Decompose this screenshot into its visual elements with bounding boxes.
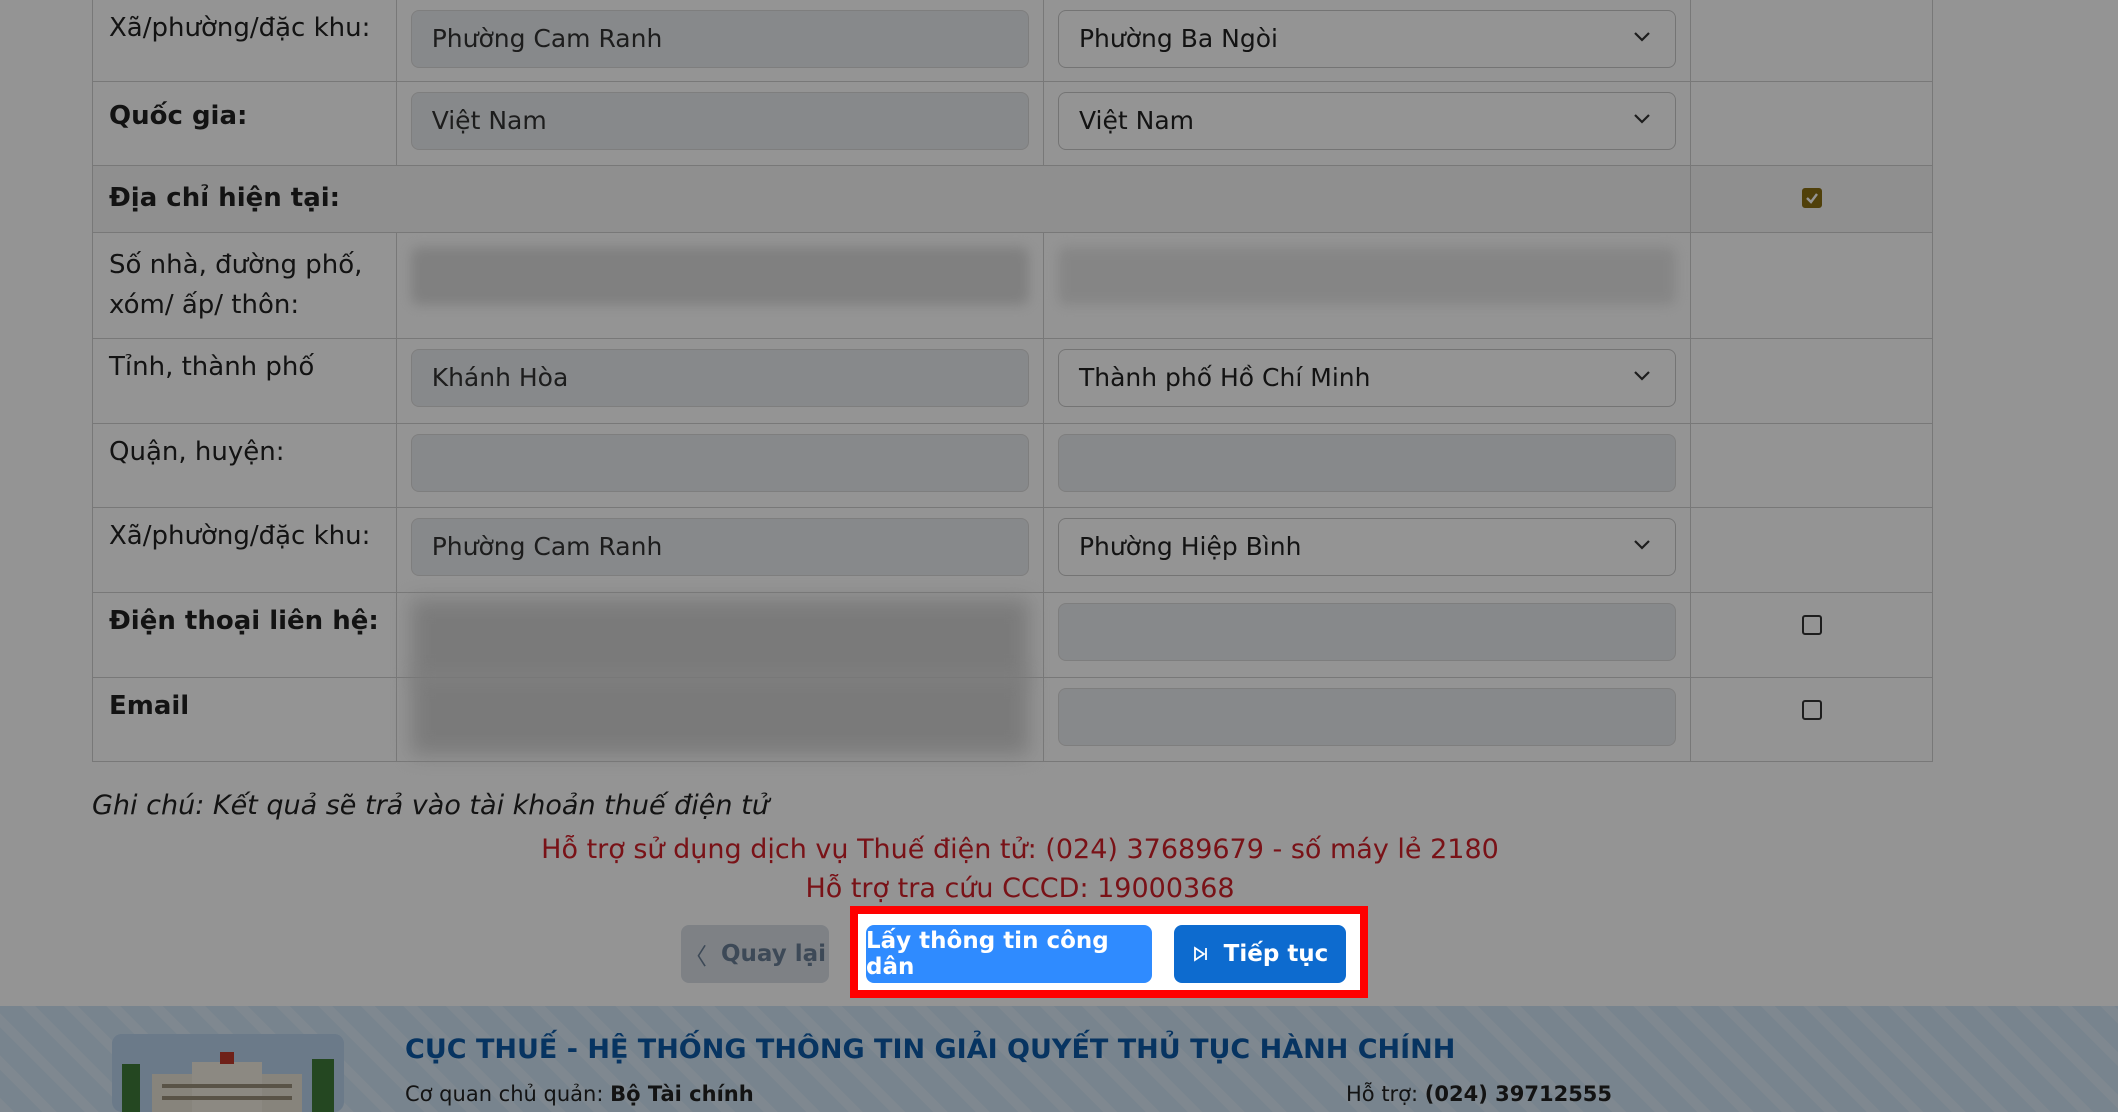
chevron-left-icon: 〈 bbox=[683, 944, 707, 970]
new-country-select[interactable]: Việt Nam bbox=[1057, 92, 1677, 150]
table-row: Địa chỉ hiện tại: bbox=[93, 165, 1932, 232]
old-value-cell: Phường Cam Ranh bbox=[395, 508, 1043, 592]
table-row: Quận, huyện: bbox=[93, 423, 1932, 507]
building-logo bbox=[112, 1034, 344, 1112]
footer-owner: Cơ quan chủ quản: Bộ Tài chính bbox=[405, 1082, 754, 1106]
chevron-down-icon bbox=[1634, 540, 1651, 550]
new-value-cell: Phường Ba Ngòi bbox=[1042, 0, 1690, 81]
new-value-cell bbox=[1042, 678, 1690, 761]
new-phone-input[interactable] bbox=[1057, 603, 1677, 661]
result-note: Ghi chú: Kết quả sẽ trả vào tài khoản th… bbox=[92, 790, 769, 821]
checkbox-cell bbox=[1690, 166, 1932, 232]
row-label: Số nhà, đường phố, xóm/ ấp/ thôn: bbox=[109, 250, 363, 320]
table-row: Số nhà, đường phố, xóm/ ấp/ thôn: bbox=[93, 232, 1932, 338]
new-email-input[interactable] bbox=[1057, 688, 1677, 746]
row-label: Email bbox=[109, 691, 190, 721]
fetch-citizen-info-button[interactable]: Lấy thông tin công dân bbox=[866, 925, 1152, 983]
address-form-table: Xã/phường/đặc khu: Phường Cam Ranh Phườn… bbox=[92, 0, 1933, 762]
cccd-support-text: Hỗ trợ tra cứu CCCD: 19000368 bbox=[805, 873, 1235, 904]
new-province-select[interactable]: Thành phố Hồ Chí Minh bbox=[1057, 349, 1677, 407]
row-label: Tỉnh, thành phố bbox=[109, 352, 315, 382]
checkbox-cell bbox=[1690, 424, 1932, 507]
back-button[interactable]: 〈 Quay lại bbox=[681, 925, 829, 983]
new-value-cell bbox=[1042, 593, 1690, 677]
page: Xã/phường/đặc khu: Phường Cam Ranh Phườn… bbox=[0, 0, 2118, 1112]
new-street-input[interactable] bbox=[1057, 247, 1677, 305]
old-district-field bbox=[410, 434, 1029, 492]
row-label: Quốc gia: bbox=[109, 101, 248, 131]
table-row: Email bbox=[93, 674, 1932, 761]
phone-checkbox[interactable] bbox=[1801, 615, 1822, 635]
current-address-checkbox[interactable] bbox=[1801, 188, 1822, 208]
footer-title: CỤC THUẾ - HỆ THỐNG THÔNG TIN GIẢI QUYẾT… bbox=[405, 1034, 1456, 1065]
checkbox-cell bbox=[1690, 508, 1932, 592]
table-row: Tỉnh, thành phố Khánh Hòa Thành phố Hồ C… bbox=[93, 338, 1932, 423]
checkbox-cell bbox=[1690, 82, 1932, 165]
table-row: Quốc gia: Việt Nam Việt Nam bbox=[93, 81, 1932, 165]
select-value: Việt Nam bbox=[1078, 106, 1194, 135]
old-value-cell bbox=[395, 593, 1043, 681]
new-ward-select[interactable]: Phường Ba Ngòi bbox=[1057, 10, 1677, 68]
new-value-cell: Phường Hiệp Bình bbox=[1042, 508, 1690, 592]
row-label: Xã/phường/đặc khu: bbox=[109, 13, 371, 43]
checkbox-cell bbox=[1690, 593, 1932, 677]
support-label: Hỗ trợ: bbox=[1346, 1082, 1419, 1106]
old-value-cell bbox=[395, 424, 1043, 507]
section-label: Địa chỉ hiện tại: bbox=[109, 183, 341, 213]
select-value: Phường Ba Ngòi bbox=[1078, 24, 1278, 53]
new-value-cell: Việt Nam bbox=[1042, 82, 1690, 165]
new-district-field bbox=[1057, 434, 1677, 492]
chevron-down-icon bbox=[1634, 114, 1651, 124]
redacted-email bbox=[410, 674, 1029, 755]
checkbox-cell bbox=[1690, 678, 1932, 761]
checkbox-cell bbox=[1690, 339, 1932, 423]
old-province-field: Khánh Hòa bbox=[410, 349, 1029, 407]
redacted-phone bbox=[410, 599, 1029, 681]
chevron-down-icon bbox=[1634, 32, 1651, 42]
checkbox-cell bbox=[1690, 0, 1932, 81]
row-label: Điện thoại liên hệ: bbox=[109, 606, 379, 636]
owner-value: Bộ Tài chính bbox=[610, 1082, 754, 1106]
table-row: Xã/phường/đặc khu: Phường Cam Ranh Phườn… bbox=[93, 0, 1932, 81]
back-label: Quay lại bbox=[720, 941, 827, 967]
select-value: Phường Hiệp Bình bbox=[1078, 532, 1302, 561]
table-row: Xã/phường/đặc khu: Phường Cam Ranh Phườn… bbox=[93, 507, 1932, 592]
new-value-cell: Thành phố Hồ Chí Minh bbox=[1042, 339, 1690, 423]
row-label: Quận, huyện: bbox=[109, 437, 285, 467]
old-value-cell: Khánh Hòa bbox=[395, 339, 1043, 423]
select-value: Thành phố Hồ Chí Minh bbox=[1078, 363, 1371, 392]
old-country-field: Việt Nam bbox=[410, 92, 1029, 150]
old-value-cell bbox=[395, 674, 1043, 761]
old-value-cell bbox=[395, 233, 1043, 338]
next-label: Tiếp tục bbox=[1223, 941, 1329, 967]
chevron-down-icon bbox=[1634, 371, 1651, 381]
support-value: (024) 39712555 bbox=[1424, 1082, 1613, 1106]
email-checkbox[interactable] bbox=[1801, 700, 1822, 720]
old-ward-field: Phường Cam Ranh bbox=[410, 10, 1029, 68]
redacted-street-field bbox=[410, 247, 1029, 305]
footer-support: Hỗ trợ: (024) 39712555 bbox=[1346, 1082, 1612, 1106]
old-ward-field: Phường Cam Ranh bbox=[410, 518, 1029, 576]
fetch-label: Lấy thông tin công dân bbox=[866, 928, 1109, 980]
support-phone-text: Hỗ trợ sử dụng dịch vụ Thuế điện tử: (02… bbox=[541, 834, 1499, 865]
old-value-cell: Việt Nam bbox=[395, 82, 1043, 165]
table-row: Điện thoại liên hệ: bbox=[93, 592, 1932, 681]
old-value-cell: Phường Cam Ranh bbox=[395, 0, 1043, 81]
row-label: Xã/phường/đặc khu: bbox=[109, 521, 371, 551]
new-value-cell bbox=[1042, 424, 1690, 507]
new-ward-select[interactable]: Phường Hiệp Bình bbox=[1057, 518, 1677, 576]
next-button[interactable]: Tiếp tục bbox=[1174, 925, 1346, 983]
new-value-cell bbox=[1042, 233, 1690, 338]
skip-forward-icon bbox=[1193, 946, 1207, 962]
owner-label: Cơ quan chủ quản: bbox=[405, 1082, 604, 1106]
check-icon bbox=[1805, 193, 1818, 204]
checkbox-cell bbox=[1690, 233, 1932, 338]
